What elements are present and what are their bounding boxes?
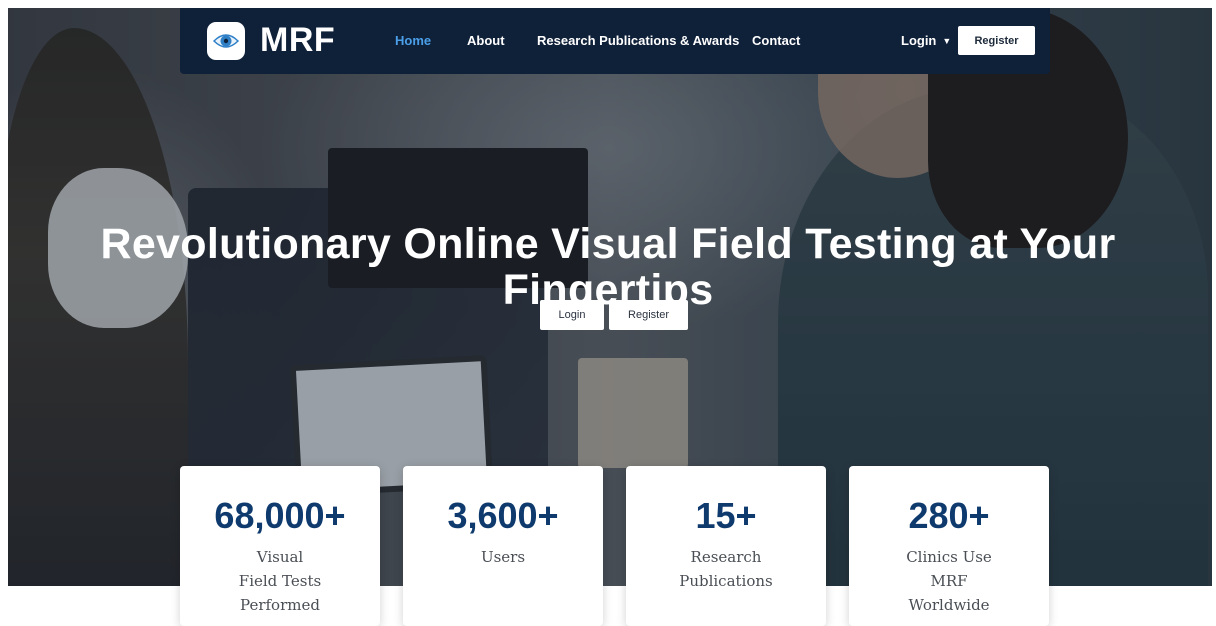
hero-headline: Revolutionary Online Visual Field Testin… — [100, 219, 1116, 314]
nav-home[interactable]: Home — [395, 33, 431, 49]
nav-about[interactable]: About — [467, 33, 505, 49]
eye-icon[interactable] — [207, 22, 245, 60]
nav-research-publications[interactable]: Research Publications & Awards — [537, 33, 739, 49]
stat-number: 15+ — [695, 495, 757, 536]
hero-login-button[interactable]: Login — [540, 300, 604, 330]
stat-label: Clinics Use MRF Worldwide — [906, 548, 992, 614]
stat-card-tests: 68,000+ Visual Field Tests Performed — [180, 466, 380, 626]
stat-card-clinics: 280+ Clinics Use MRF Worldwide — [849, 466, 1049, 626]
stat-card-users: 3,600+ Users — [403, 466, 603, 626]
stat-card-publications: 15+ Research Publications — [626, 466, 826, 626]
chevron-down-icon: ▼ — [942, 36, 952, 46]
brand-name[interactable]: MRF — [260, 20, 335, 60]
nav-register-button[interactable]: Register — [958, 26, 1035, 55]
nav-login-label: Login — [901, 33, 937, 48]
nav-contact[interactable]: Contact — [752, 33, 800, 49]
navbar: MRF Home About Research Publications & A… — [180, 8, 1050, 74]
stat-label: Visual Field Tests Performed — [238, 548, 322, 614]
nav-login-dropdown[interactable]: Login ▼ — [901, 33, 951, 48]
stat-number: 280+ — [908, 495, 990, 536]
stat-label: Users — [480, 548, 526, 566]
hero-register-button[interactable]: Register — [609, 300, 688, 330]
stat-number: 68,000+ — [214, 495, 346, 536]
stat-label: Research Publications — [679, 548, 773, 590]
stat-number: 3,600+ — [447, 495, 559, 536]
